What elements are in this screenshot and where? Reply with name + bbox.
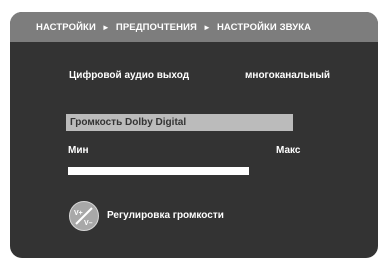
digital-output-label[interactable]: Цифровой аудио выход [69,70,189,81]
volume-min-label: Мин [68,145,89,156]
dolby-volume-setting[interactable]: Громкость Dolby Digital [66,114,293,131]
breadcrumb-item-preferences[interactable]: ПРЕДПОЧТЕНИЯ [116,22,197,33]
volume-up-glyph: V+ [74,210,83,217]
header-bar: НАСТРОЙКИ ► ПРЕДПОЧТЕНИЯ ► НАСТРОЙКИ ЗВУ… [10,12,378,42]
volume-hint-text: Регулировка громкости [107,210,224,221]
volume-max-label: Макс [276,145,301,156]
breadcrumb-separator-icon: ► [101,22,110,32]
breadcrumb-separator-icon: ► [202,22,211,32]
volume-slider-fill [68,167,249,175]
digital-output-value[interactable]: многоканальный [245,70,330,81]
breadcrumb: НАСТРОЙКИ ► ПРЕДПОЧТЕНИЯ ► НАСТРОЙКИ ЗВУ… [36,22,311,33]
volume-slider[interactable] [68,167,249,175]
volume-button-icon: V+ V– [69,201,99,231]
breadcrumb-item-sound-settings: НАСТРОЙКИ ЗВУКА [216,21,312,33]
breadcrumb-item-settings[interactable]: НАСТРОЙКИ [36,22,96,33]
settings-screen: НАСТРОЙКИ ► ПРЕДПОЧТЕНИЯ ► НАСТРОЙКИ ЗВУ… [10,12,378,258]
dolby-volume-label: Громкость Dolby Digital [70,117,187,128]
volume-down-glyph: V– [84,220,93,227]
